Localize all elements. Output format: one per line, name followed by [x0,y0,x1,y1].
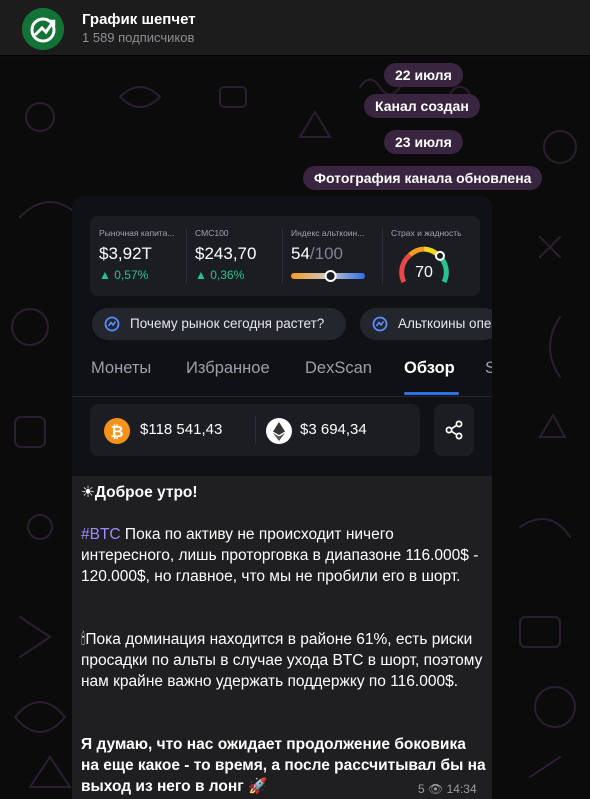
fear-greed-gauge: 70 [399,246,449,284]
eye-icon: 👁 [428,782,444,796]
ethereum-icon [266,418,292,444]
tab-coins[interactable]: Монеты [91,359,151,378]
altcoin-index-stat: Индекс альткоин... 54/100 [282,216,382,296]
hashtag-btc[interactable]: #BTC [81,526,121,543]
tab-favorites[interactable]: Избранное [186,359,270,378]
cmc100-stat: CMC100 $243,70 ▲ 0,36% [186,216,282,296]
tab-divider [72,396,492,397]
stat-change: ▲ 0,57% [99,268,149,282]
rocket-icon: 🚀 [248,778,268,795]
slider-knob [324,270,337,282]
price-ticker: ₿ $118 541,43 $3 694,34 [90,404,420,456]
subscriber-count: 1 589 подписчиков [82,30,195,45]
message-meta: 5 👁 14:34 [418,782,477,796]
active-tab-indicator [404,392,459,395]
stat-change: ▲ 0,36% [195,268,245,282]
service-message-channel-created: Канал создан [364,94,480,118]
altcoin-slider [291,270,365,282]
chat-header[interactable]: График шепчет 1 589 подписчиков [0,0,590,56]
arrow-up-icon: ▲ [99,268,115,282]
fear-greed-stat: Страх и жадность 70 [382,216,480,296]
date-pill: 23 июля [384,130,463,154]
arrow-up-icon: ▲ [195,268,211,282]
date-pill: 22 июля [384,63,463,87]
market-stats: Рыночная капита... $3,92T ▲ 0,57% CMC100… [90,216,480,296]
sun-icon: ☀ [81,484,95,501]
chip-altcoins[interactable]: Альткоины опе [360,308,492,340]
stat-label: CMC100 [195,228,229,238]
tab-more[interactable]: S [485,359,492,378]
stat-value: $3,92T [99,244,152,263]
gauge-value: 70 [415,264,433,281]
share-icon [445,420,463,440]
svg-text:₿: ₿ [110,423,123,441]
paragraph-dominance: 🕯Пока доминация находится в районе 61%, … [81,631,483,690]
paragraph-btc: #BTC Пока по активу не происходит ничего… [81,526,479,585]
bitcoin-icon: ₿ [104,418,130,444]
stat-label: Рыночная капита... [99,228,175,238]
greeting-line: ☀Доброе утро! [81,484,198,501]
chart-logo-icon [22,8,64,50]
message-bubble[interactable]: Рыночная капита... $3,92T ▲ 0,57% CMC100… [72,196,492,799]
channel-avatar[interactable] [22,8,64,50]
message-time: 14:34 [446,782,477,796]
channel-title: График шепчет [82,11,196,28]
gauge-knob [435,250,445,261]
ai-sparkle-icon [372,316,388,332]
tab-dexscan[interactable]: DexScan [305,359,372,378]
view-count: 5 [418,782,425,796]
stat-label: Страх и жадность [391,228,462,238]
ai-sparkle-icon [104,316,120,332]
chip-why-market-rising[interactable]: Почему рынок сегодня растет? [92,308,346,340]
message-photo[interactable]: Рыночная капита... $3,92T ▲ 0,57% CMC100… [72,196,492,476]
btc-price: $118 541,43 [140,421,223,438]
share-button[interactable] [434,404,474,456]
stat-value: $243,70 [195,244,257,263]
market-cap-stat: Рыночная капита... $3,92T ▲ 0,57% [90,216,186,296]
stat-label: Индекс альткоин... [291,228,365,238]
tab-overview[interactable]: Обзор [404,359,455,378]
stat-value: 54/100 [291,244,344,263]
service-message-photo-updated: Фотография канала обновлена [303,166,543,190]
eth-price: $3 694,34 [300,421,367,438]
